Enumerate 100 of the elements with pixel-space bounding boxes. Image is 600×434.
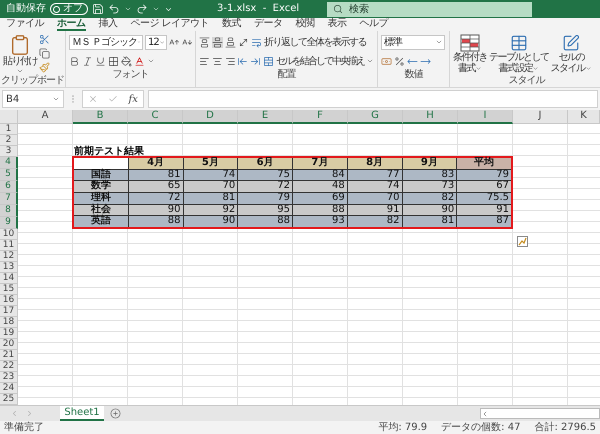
row-header[interactable]: 15 (0, 284, 18, 295)
row-header[interactable]: 11 (0, 240, 18, 251)
row-header[interactable]: 18 (0, 317, 18, 328)
row-header[interactable]: 12 (0, 251, 18, 262)
align-center-icon[interactable] (212, 56, 223, 66)
percent-icon[interactable] (394, 56, 405, 66)
row-header[interactable]: 24 (0, 383, 18, 394)
underline-icon[interactable] (95, 56, 106, 66)
row-header[interactable]: 5 (0, 169, 18, 181)
row-header[interactable]: 4 (0, 157, 18, 169)
grow-font-icon[interactable] (169, 36, 180, 48)
row-header[interactable]: 6 (0, 181, 18, 193)
wrap-text-button[interactable]: 折り返して全体を表示する (251, 36, 366, 48)
border-icon[interactable] (108, 56, 119, 66)
font-color-icon[interactable] (134, 56, 145, 66)
currency-icon[interactable] (381, 56, 392, 66)
decrease-indent-icon[interactable] (237, 56, 248, 66)
horizontal-scrollbar[interactable] (480, 408, 600, 419)
table-cell: 70 (348, 193, 402, 204)
row-header[interactable]: 8 (0, 205, 18, 217)
menu-tab[interactable]: ページ レイアウト (130, 18, 210, 31)
column-header[interactable]: G (348, 110, 403, 124)
redo-icon[interactable] (136, 3, 148, 15)
save-icon[interactable] (92, 3, 104, 15)
insert-function-button[interactable]: fx (128, 94, 138, 104)
add-sheet-icon[interactable] (110, 408, 121, 419)
row-header[interactable]: 22 (0, 361, 18, 372)
merge-center-button[interactable]: セルを結合して中央揃え (262, 56, 374, 66)
menu-tab[interactable]: 数式 (222, 18, 242, 31)
menu-tab[interactable]: 表示 (328, 18, 347, 31)
number-format-field[interactable]: 標準 (381, 34, 445, 50)
align-right-icon[interactable] (224, 56, 236, 66)
row-header[interactable]: 2 (0, 135, 18, 146)
column-header[interactable]: H (403, 110, 458, 124)
column-header[interactable]: F (293, 110, 348, 124)
row-header[interactable]: 10 (0, 229, 18, 240)
row-header[interactable]: 9 (0, 217, 18, 229)
bold-icon[interactable] (69, 56, 80, 66)
column-heading-cell: 6月 (238, 158, 292, 169)
italic-icon[interactable] (82, 56, 93, 66)
menu-tab[interactable]: データ (254, 18, 283, 31)
scroll-left-icon[interactable] (481, 410, 489, 418)
autosave-toggle[interactable]: オフ (50, 3, 88, 15)
column-header[interactable]: D (183, 110, 238, 124)
search-field[interactable]: 検索 (327, 2, 532, 16)
middle-align-icon[interactable] (212, 36, 223, 48)
style-gallery-button[interactable]: 条件付き 書式 (453, 34, 487, 75)
group-label: クリップボード (1, 75, 64, 87)
name-box[interactable]: B4 (2, 90, 64, 108)
menu-tab[interactable]: ファイル (6, 18, 44, 31)
row-header[interactable]: 25 (0, 394, 18, 405)
table-format-icon (510, 34, 528, 52)
count-readout: データの個数: 47 (441, 422, 520, 434)
row-header[interactable]: 21 (0, 350, 18, 361)
row-header[interactable]: 3 (0, 146, 18, 157)
row-header[interactable]: 17 (0, 306, 18, 317)
caret-icon[interactable] (147, 57, 155, 65)
row-header[interactable]: 20 (0, 339, 18, 350)
table-cell: 75 (238, 170, 292, 180)
row-header[interactable]: 23 (0, 372, 18, 383)
top-align-icon[interactable] (199, 36, 210, 48)
column-header[interactable]: I (458, 110, 513, 124)
caret-icon[interactable] (152, 5, 160, 13)
scissors-icon[interactable] (39, 34, 50, 45)
copy-icon[interactable] (39, 48, 50, 59)
sheet-tab[interactable]: Sheet1 (60, 406, 104, 421)
menu-tab[interactable]: ヘルプ (360, 18, 388, 31)
paste-button[interactable]: 貼り付け (3, 34, 37, 75)
row-header[interactable]: 13 (0, 262, 18, 273)
table-cell: 84 (293, 170, 347, 180)
fill-color-icon[interactable] (121, 56, 132, 66)
table-cell: 81 (128, 170, 182, 180)
caret-icon[interactable] (124, 5, 132, 13)
style-gallery-button[interactable]: セルの スタイル (550, 34, 592, 75)
caret-icon (16, 67, 24, 75)
row-header[interactable]: 14 (0, 273, 18, 284)
column-header[interactable]: B (73, 110, 128, 124)
font-size-field[interactable]: 12 (145, 34, 167, 50)
column-header[interactable]: J (513, 110, 568, 124)
menu-tab[interactable]: 挿入 (98, 18, 118, 31)
align-left-icon[interactable] (199, 56, 210, 66)
increase-indent-icon[interactable] (250, 56, 261, 66)
shrink-font-icon[interactable] (182, 36, 192, 48)
column-header[interactable]: A (18, 110, 73, 124)
formula-input[interactable] (148, 90, 598, 108)
row-header[interactable]: 19 (0, 328, 18, 339)
column-header[interactable]: C (128, 110, 183, 124)
table-cell: 74 (184, 170, 238, 180)
row-header[interactable]: 1 (0, 124, 18, 135)
style-gallery-button[interactable]: テーブルとして 書式設定 (489, 34, 548, 75)
font-name-field[interactable]: ＭＳ Ｐゴシック (69, 34, 143, 50)
row-header[interactable]: 16 (0, 295, 18, 306)
row-header[interactable]: 7 (0, 193, 18, 205)
menu-tab[interactable]: 校閲 (296, 18, 315, 31)
caret-icon (475, 65, 482, 72)
undo-icon[interactable] (108, 3, 120, 15)
bottom-align-icon[interactable] (225, 36, 236, 48)
column-header[interactable]: K (568, 110, 600, 124)
quick-analysis-icon[interactable] (517, 236, 528, 247)
column-header[interactable]: E (238, 110, 293, 124)
